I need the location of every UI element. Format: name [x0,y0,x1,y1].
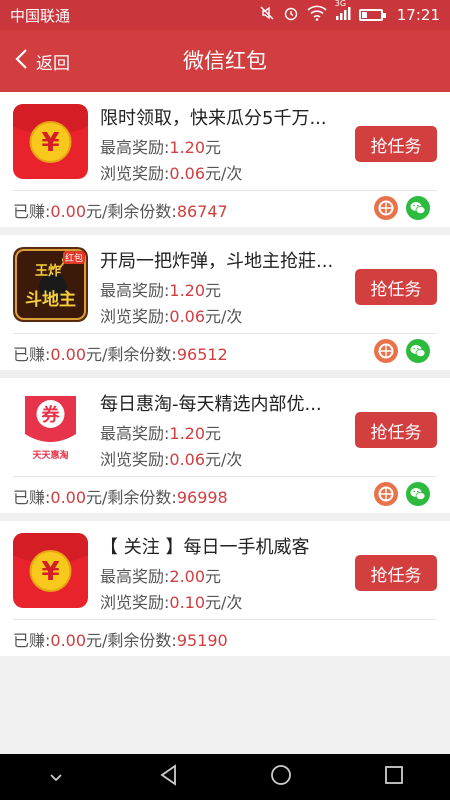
task-title: 【 关注 】每日一手机威客 [100,537,310,558]
task-card[interactable]: ¥ 限时领取，快来瓜分5千万... 最高奖励:1.20元 浏览奖励:0.06元/… [0,92,450,227]
grab-task-button[interactable]: 抢任务 [355,555,437,591]
svg-text:¥: ¥ [41,128,59,158]
alarm-icon [283,5,299,25]
earned-remaining: 已赚:0.00元/剩余份数:96998 [13,488,228,507]
grab-task-button[interactable]: 抢任务 [355,126,437,162]
system-nav-bar [0,754,450,800]
back-label: 返回 [36,53,70,74]
yuan-coin-icon: ¥ [13,104,88,179]
earned-remaining: 已赚:0.00元/剩余份数:95190 [13,631,228,650]
max-reward: 最高奖励:1.20元 [100,138,222,157]
title-bar: 返回 微信红包 [0,30,450,92]
earned-remaining: 已赚:0.00元/剩余份数:86747 [13,202,228,221]
wechat-icon[interactable] [406,339,430,363]
moments-icon[interactable] [374,196,398,220]
moments-icon[interactable] [374,482,398,506]
status-icons: 3G 17:21 [259,0,440,25]
battery-icon [358,9,386,21]
chevron-left-icon [14,48,32,75]
wechat-icon[interactable] [406,196,430,220]
divider [13,333,437,334]
network-type-label: 3G [334,0,347,8]
share-icons [374,339,430,363]
svg-text:王炸: 王炸 [35,263,61,279]
grab-task-button[interactable]: 抢任务 [355,269,437,305]
svg-text:红包: 红包 [65,252,83,264]
yuan-coin-icon: ¥ [13,533,88,608]
clock-label: 17:21 [396,6,440,24]
view-reward: 浏览奖励:0.10元/次 [100,593,243,612]
coupon-icon: 券 天天惠淘 [13,390,88,465]
share-icons [374,196,430,220]
nav-recents-button[interactable] [364,754,424,800]
doudizhu-game-icon: 王炸 斗地主 红包 [13,247,88,322]
view-reward: 浏览奖励:0.06元/次 [100,307,243,326]
view-reward: 浏览奖励:0.06元/次 [100,450,243,469]
svg-text:天天惠淘: 天天惠淘 [32,449,68,461]
square-recents-icon [384,765,404,789]
triangle-back-icon [158,764,180,790]
chevron-down-icon [48,768,64,787]
nav-back-button[interactable] [139,754,199,800]
carrier-label: 中国联通 [10,6,71,25]
back-button[interactable]: 返回 [14,30,70,92]
share-icons [374,482,430,506]
divider [13,190,437,191]
hide-keyboard-button[interactable] [26,754,86,800]
view-reward: 浏览奖励:0.06元/次 [100,164,243,183]
task-card[interactable]: 王炸 斗地主 红包 开局一把炸弹，斗地主抢莊... 最高奖励:1.20元 浏览奖… [0,235,450,370]
divider [13,619,437,620]
task-card[interactable]: 券 天天惠淘 每日惠淘-每天精选内部优... 最高奖励:1.20元 浏览奖励:0… [0,378,450,513]
nav-home-button[interactable] [251,754,311,800]
task-title: 开局一把炸弹，斗地主抢莊... [100,251,334,272]
task-title: 每日惠淘-每天精选内部优... [100,394,322,415]
svg-text:斗地主: 斗地主 [25,289,76,310]
svg-text:¥: ¥ [41,557,59,587]
max-reward: 最高奖励:1.20元 [100,424,222,443]
status-bar: 中国联通 3G 17:21 [0,0,450,30]
signal-icon: 3G [335,0,351,24]
mute-icon [259,5,275,25]
grab-task-button[interactable]: 抢任务 [355,412,437,448]
moments-icon[interactable] [374,339,398,363]
wechat-icon[interactable] [406,482,430,506]
max-reward: 最高奖励:2.00元 [100,567,222,586]
max-reward: 最高奖励:1.20元 [100,281,222,300]
wifi-icon [307,5,327,25]
svg-text:券: 券 [41,404,61,426]
circle-home-icon [270,764,292,790]
task-title: 限时领取，快来瓜分5千万... [100,108,327,129]
task-card[interactable]: ¥ 【 关注 】每日一手机威客 最高奖励:2.00元 浏览奖励:0.10元/次 … [0,521,450,656]
divider [13,476,437,477]
earned-remaining: 已赚:0.00元/剩余份数:96512 [13,345,228,364]
task-list: ¥ 限时领取，快来瓜分5千万... 最高奖励:1.20元 浏览奖励:0.06元/… [0,92,450,664]
